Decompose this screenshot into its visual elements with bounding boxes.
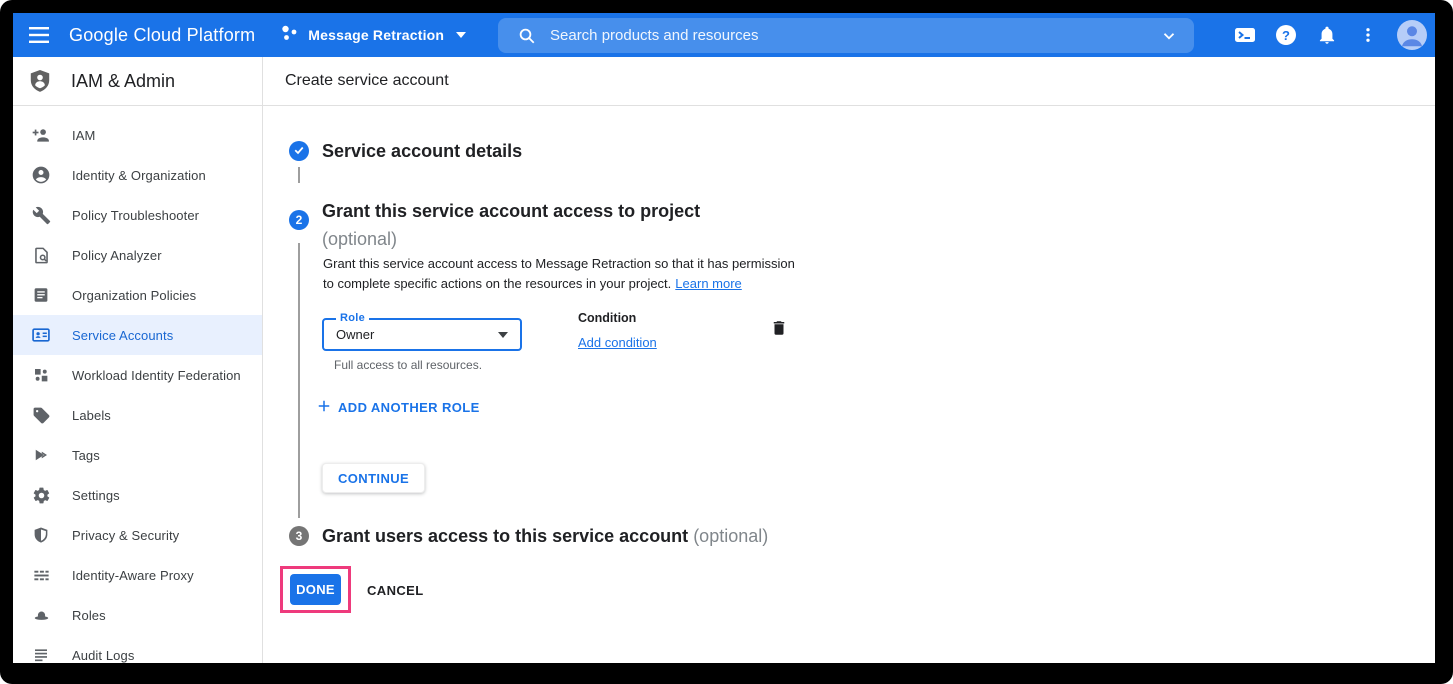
done-button[interactable]: DONE	[290, 574, 341, 605]
sidebar-item-policy-analyzer[interactable]: Policy Analyzer	[13, 235, 262, 275]
step2-optional-label: (optional)	[322, 229, 397, 249]
shield-icon	[31, 525, 51, 545]
sidebar-item-workload-identity-federation[interactable]: Workload Identity Federation	[13, 355, 262, 395]
step2-badge: 2	[289, 210, 309, 230]
list-lines-icon	[31, 645, 51, 663]
sidebar-item-roles[interactable]: Roles	[13, 595, 262, 635]
help-icon[interactable]	[1274, 23, 1298, 47]
annotation-highlight-box: DONE	[280, 566, 351, 613]
sidebar-title: IAM & Admin	[71, 71, 175, 92]
sidebar-item-policy-troubleshooter[interactable]: Policy Troubleshooter	[13, 195, 262, 235]
page-header: Create service account	[263, 57, 1435, 106]
add-another-role-button[interactable]: ADD ANOTHER ROLE	[317, 399, 480, 416]
sidebar-item-identity-aware-proxy[interactable]: Identity-Aware Proxy	[13, 555, 262, 595]
dropdown-arrow-icon	[498, 332, 508, 338]
step-connector	[298, 167, 300, 183]
step-connector	[298, 243, 300, 518]
workload-squares-icon	[31, 365, 51, 385]
step1-complete-badge	[289, 141, 309, 161]
account-circle-icon	[31, 165, 51, 185]
account-avatar[interactable]	[1397, 20, 1427, 50]
cancel-button[interactable]: CANCEL	[367, 577, 424, 603]
condition-label: Condition	[578, 311, 636, 325]
sidebar-item-labels[interactable]: Labels	[13, 395, 262, 435]
step2-title: Grant this service account access to pro…	[322, 197, 700, 253]
project-icon	[281, 25, 298, 45]
label-tag-icon	[31, 405, 51, 425]
page-title: Create service account	[285, 72, 449, 90]
role-helper-text: Full access to all resources.	[334, 358, 482, 372]
topbar-actions	[1233, 13, 1427, 57]
sidebar-item-tags[interactable]: Tags	[13, 435, 262, 475]
top-app-bar: Google Cloud Platform Message Retraction	[13, 13, 1435, 57]
role-selected-value: Owner	[336, 327, 374, 342]
project-selector[interactable]: Message Retraction	[281, 25, 466, 45]
gear-icon	[31, 485, 51, 505]
menu-icon[interactable]	[25, 21, 53, 49]
checkmark-icon	[293, 144, 305, 159]
step3-badge: 3	[289, 526, 309, 546]
sidebar-item-privacy-security[interactable]: Privacy & Security	[13, 515, 262, 555]
wrench-icon	[31, 205, 51, 225]
add-condition-link[interactable]: Add condition	[578, 335, 657, 350]
sidebar: IAM & Admin IAM Identity & Organization	[13, 57, 263, 663]
main-content: Create service account Service account d…	[263, 57, 1435, 663]
tag-arrow-icon	[31, 445, 51, 465]
search-expand-chevron-icon[interactable]	[1160, 27, 1178, 45]
step3-title: Grant users access to this service accou…	[322, 522, 768, 550]
continue-button[interactable]: CONTINUE	[322, 463, 425, 493]
iam-admin-shield-icon	[27, 68, 53, 94]
policy-analyzer-icon	[31, 245, 51, 265]
step2-description: Grant this service account access to Mes…	[323, 254, 795, 294]
search-input[interactable]	[550, 27, 1160, 44]
document-lines-icon	[31, 285, 51, 305]
sidebar-header: IAM & Admin	[13, 57, 262, 106]
sidebar-item-identity-organization[interactable]: Identity & Organization	[13, 155, 262, 195]
sidebar-item-audit-logs[interactable]: Audit Logs	[13, 635, 262, 663]
cloud-shell-icon[interactable]	[1233, 23, 1257, 47]
screenshot-frame: Google Cloud Platform Message Retraction	[0, 0, 1453, 684]
role-select[interactable]: Role Owner	[322, 318, 522, 351]
learn-more-link[interactable]: Learn more	[675, 276, 741, 291]
role-field-label: Role	[336, 312, 369, 324]
project-name: Message Retraction	[308, 27, 444, 43]
person-add-icon	[31, 125, 51, 145]
proxy-stripes-icon	[31, 565, 51, 585]
more-vertical-icon[interactable]	[1356, 23, 1380, 47]
delete-role-button[interactable]	[768, 318, 790, 340]
trash-icon	[770, 319, 788, 340]
search-bar	[498, 18, 1194, 53]
search-icon	[518, 27, 536, 45]
sidebar-item-organization-policies[interactable]: Organization Policies	[13, 275, 262, 315]
step1-title: Service account details	[322, 137, 522, 165]
brand-title: Google Cloud Platform	[69, 25, 255, 46]
browser-viewport: Google Cloud Platform Message Retraction	[13, 13, 1435, 663]
sidebar-item-service-accounts[interactable]: Service Accounts	[13, 315, 262, 355]
sidebar-item-settings[interactable]: Settings	[13, 475, 262, 515]
plus-icon	[317, 399, 331, 416]
sidebar-item-iam[interactable]: IAM	[13, 115, 262, 155]
notifications-bell-icon[interactable]	[1315, 23, 1339, 47]
hat-icon	[31, 605, 51, 625]
chevron-down-icon	[456, 32, 466, 38]
sidebar-nav: IAM Identity & Organization Policy Troub…	[13, 106, 262, 663]
service-account-badge-icon	[31, 325, 51, 345]
step3-optional-label: (optional)	[693, 526, 768, 546]
